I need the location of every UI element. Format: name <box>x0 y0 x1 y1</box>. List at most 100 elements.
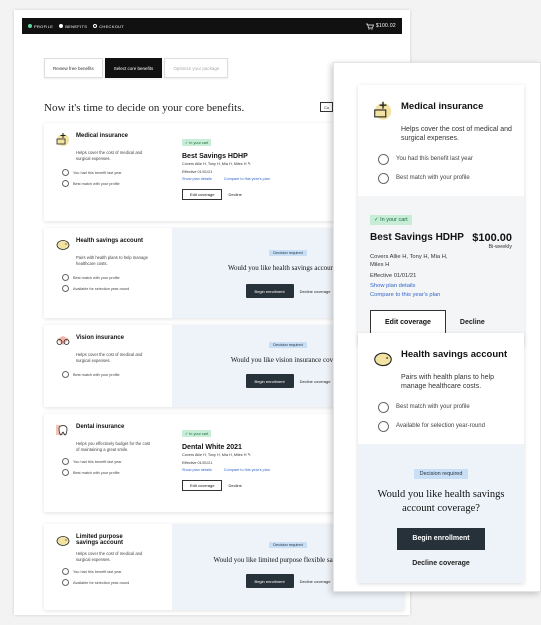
plan-frequency: Bi-weekly <box>488 243 512 250</box>
feature-last-year: You had this benefit last year <box>62 458 164 466</box>
decline-button[interactable]: Decline <box>460 319 485 326</box>
zoom-hsa-card: Health savings account Pairs with health… <box>358 333 524 583</box>
feature-best-match: Best match with your profile <box>378 401 512 413</box>
decision-required-badge: Decision required <box>413 468 469 479</box>
glasses-icon <box>56 336 70 345</box>
tab-select-core[interactable]: Select core benefits <box>104 58 163 78</box>
profile-icon <box>62 469 69 477</box>
benefit-title: Health savings account <box>76 238 144 244</box>
begin-enrollment-button[interactable]: Begin enrollment <box>245 574 294 588</box>
calendar-icon <box>62 579 69 587</box>
tab-optimize[interactable]: Optimize your package <box>164 58 229 78</box>
benefit-title: Vision insurance <box>76 335 124 341</box>
current-step-icon <box>59 24 64 28</box>
benefit-desc: Helps cover the cost of medical and surg… <box>76 551 143 562</box>
feature-year-round: Available for selection year-round <box>378 420 512 432</box>
tooth-icon <box>56 425 68 436</box>
medical-icon <box>56 133 69 146</box>
compare-plan-link[interactable]: Compare to this year's plan <box>224 468 270 472</box>
benefit-desc: Helps cover the cost of medical and surg… <box>76 150 143 161</box>
show-plan-details-link[interactable]: Show plan details <box>370 283 512 289</box>
feature-best-match: Best match with your profile <box>378 172 512 184</box>
feature-best-match: Best match with your profile <box>62 371 164 379</box>
profile-icon <box>62 180 69 188</box>
profile-icon <box>62 371 69 379</box>
calendar-icon <box>62 285 69 293</box>
begin-enrollment-button[interactable]: Begin enrollment <box>397 527 485 550</box>
plan-name: Best Savings HDHP <box>370 231 464 243</box>
piggy-bank-icon <box>56 536 70 546</box>
begin-enrollment-button[interactable]: Begin enrollment <box>245 284 294 298</box>
benefit-tabs: Review free benefits Select core benefit… <box>44 58 230 78</box>
decline-coverage-button[interactable]: Decline coverage <box>370 560 512 567</box>
edit-coverage-button[interactable]: Edit coverage <box>182 189 223 201</box>
feature-best-match: Best match with your profile <box>62 469 164 477</box>
decline-coverage-button[interactable]: Decline coverage <box>300 579 331 584</box>
benefit-desc: Helps cover the cost of medical and surg… <box>76 352 143 363</box>
calendar-icon <box>378 420 389 432</box>
step-benefits[interactable]: BENEFITS <box>59 24 87 29</box>
plan-covers: Covers Allie H, Tony H, Mia H, Miles H <box>370 253 448 268</box>
benefit-title: Limited purpose savings account <box>76 534 124 546</box>
benefit-desc: Helps cover the cost of medical and surg… <box>401 126 512 143</box>
cart-button[interactable]: $100.02 <box>365 23 396 30</box>
decision-required-badge: Decision required <box>269 250 307 256</box>
edit-coverage-button[interactable]: Edit coverage <box>370 310 446 335</box>
collapse-button[interactable]: Co <box>320 102 334 112</box>
medical-icon <box>374 101 392 120</box>
benefit-title: Health savings account <box>401 349 508 360</box>
check-icon <box>28 24 32 28</box>
history-icon <box>62 568 69 576</box>
decline-coverage-button[interactable]: Decline coverage <box>300 379 331 384</box>
begin-enrollment-button[interactable]: Begin enrollment <box>245 374 294 388</box>
show-plan-details-link[interactable]: Show plan details <box>182 468 212 472</box>
history-icon <box>62 458 69 466</box>
step-profile[interactable]: PROFILE <box>28 24 53 29</box>
edit-coverage-button[interactable]: Edit coverage <box>182 480 223 492</box>
zoom-medical-card: Medical insurance Helps cover the cost o… <box>358 85 524 347</box>
decision-required-badge: Decision required <box>269 542 307 548</box>
page-title: Now it's time to decide on your core ben… <box>44 102 245 114</box>
in-cart-badge: ✓ In your cart <box>370 214 412 225</box>
benefit-title: Medical insurance <box>76 133 129 139</box>
in-cart-badge: ✓ In your cart <box>182 430 212 437</box>
profile-icon <box>378 172 389 184</box>
piggy-bank-icon <box>56 240 70 250</box>
profile-icon <box>62 274 69 282</box>
benefit-desc: Helps you effectively budget for the cos… <box>76 441 151 452</box>
step-checkout[interactable]: CHECKOUT <box>93 24 124 29</box>
progress-bar: PROFILE BENEFITS CHECKOUT $100.02 <box>22 18 402 34</box>
decline-button[interactable]: Decline <box>228 483 241 488</box>
show-plan-details-link[interactable]: Show plan details <box>182 177 212 181</box>
enrollment-question: Would you like health savings account co… <box>377 488 505 514</box>
plan-effective: Effective 01/01/21 <box>370 273 417 280</box>
benefit-desc: Pairs with health plans to help manage h… <box>401 374 494 391</box>
feature-last-year: You had this benefit last year <box>378 153 512 165</box>
pending-step-icon <box>93 24 98 28</box>
piggy-bank-icon <box>374 352 392 367</box>
compare-plan-link[interactable]: Compare to this year's plan <box>224 177 270 181</box>
feature-year-round: Available for selection year-round <box>62 579 164 587</box>
in-cart-badge: ✓ In your cart <box>182 139 212 146</box>
feature-best-match: Best match with your profile <box>62 274 164 282</box>
decline-coverage-button[interactable]: Decline coverage <box>300 289 331 294</box>
pencil-icon[interactable]: ✎ <box>248 162 251 166</box>
profile-icon <box>378 401 389 413</box>
pencil-icon[interactable]: ✎ <box>248 453 251 457</box>
cart-icon <box>365 23 374 30</box>
decline-button[interactable]: Decline <box>228 192 241 197</box>
feature-last-year: You had this benefit last year <box>62 169 164 177</box>
compare-plan-link[interactable]: Compare to this year's plan <box>370 292 512 298</box>
feature-best-match: Best match with your profile <box>62 180 164 188</box>
tab-review-free[interactable]: Review free benefits <box>44 58 103 78</box>
benefit-desc: Pairs with health plans to help manage h… <box>76 255 148 266</box>
feature-last-year: You had this benefit last year <box>62 568 164 576</box>
history-icon <box>378 153 389 165</box>
benefit-title: Medical insurance <box>401 101 484 112</box>
feature-year-round: Available for selection year-round <box>62 285 164 293</box>
cart-total: $100.02 <box>375 23 396 29</box>
zoomed-detail-panel: Medical insurance Helps cover the cost o… <box>333 62 541 592</box>
decision-required-badge: Decision required <box>269 342 307 348</box>
history-icon <box>62 169 69 177</box>
benefit-title: Dental insurance <box>76 424 125 430</box>
